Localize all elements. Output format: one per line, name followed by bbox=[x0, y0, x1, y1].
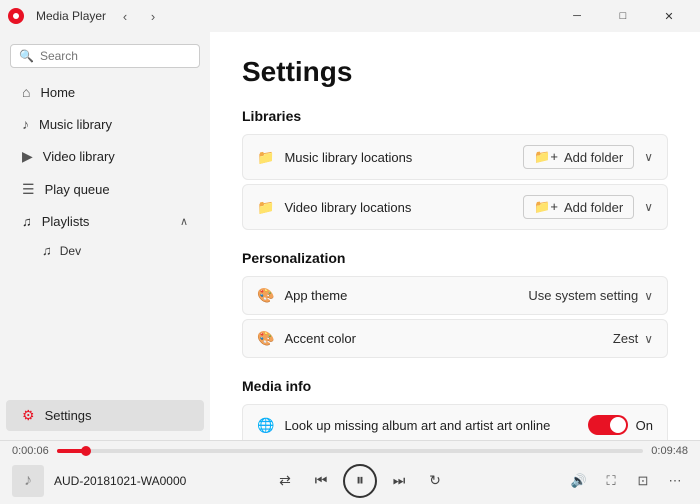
track-name: AUD-20181021-WA0000 bbox=[54, 474, 186, 488]
media-info-section: Media info 🌐 Look up missing album art a… bbox=[242, 378, 668, 440]
chevron-up-icon: ∧ bbox=[180, 215, 188, 228]
home-icon: ⌂ bbox=[22, 84, 30, 100]
next-button[interactable]: ⏭ bbox=[385, 467, 413, 495]
queue-icon: ☰ bbox=[22, 181, 35, 198]
shuffle-button[interactable]: ⇄ bbox=[271, 467, 299, 495]
progress-row: 0:00:06 0:09:48 bbox=[0, 441, 700, 457]
page-title: Settings bbox=[242, 56, 668, 88]
nav-section: ⌂ Home ♪ Music library ▶ Video library ☰… bbox=[0, 76, 210, 264]
add-folder-icon-1: 📁+ bbox=[534, 149, 558, 165]
main-content: 🔍 ⌂ Home ♪ Music library ▶ Video library… bbox=[0, 32, 700, 440]
sidebar-item-video-label: Video library bbox=[43, 149, 115, 164]
accent-color-label: Accent color bbox=[284, 331, 602, 346]
app-theme-row: 🎨 App theme Use system setting ∨ bbox=[242, 276, 668, 315]
sidebar-item-playlists[interactable]: ♫ Playlists ∧ bbox=[6, 207, 204, 236]
playlists-icon: ♫ bbox=[22, 214, 32, 229]
album-art-label: Look up missing album art and artist art… bbox=[284, 418, 577, 433]
prev-button[interactable]: ⏮ bbox=[307, 467, 335, 495]
playlist-dev-icon: ♫ bbox=[42, 243, 52, 258]
add-music-folder-button[interactable]: 📁+ Add folder bbox=[523, 145, 634, 169]
media-info-section-title: Media info bbox=[242, 378, 668, 394]
sidebar: 🔍 ⌂ Home ♪ Music library ▶ Video library… bbox=[0, 32, 210, 440]
search-icon: 🔍 bbox=[19, 49, 34, 63]
playlists-label: Playlists bbox=[42, 214, 90, 229]
window-controls: ─ □ ✕ bbox=[554, 0, 692, 32]
theme-value[interactable]: Use system setting ∨ bbox=[528, 288, 653, 303]
app-icon bbox=[8, 8, 24, 24]
chevron-down-icon-2: ∨ bbox=[644, 200, 653, 214]
chevron-down-icon-1: ∨ bbox=[644, 150, 653, 164]
music-library-label: Music library locations bbox=[284, 150, 513, 165]
sidebar-item-music-library[interactable]: ♪ Music library bbox=[6, 109, 204, 139]
accent-color-row: 🎨 Accent color Zest ∨ bbox=[242, 319, 668, 358]
settings-icon: ⚙ bbox=[22, 407, 35, 424]
music-library-row: 📁 Music library locations 📁+ Add folder … bbox=[242, 134, 668, 180]
sidebar-item-queue-label: Play queue bbox=[45, 182, 110, 197]
back-button[interactable]: ‹ bbox=[112, 3, 138, 29]
track-thumb-icon: ♪ bbox=[24, 472, 32, 490]
volume-button[interactable]: 🔊 bbox=[566, 468, 592, 494]
video-icon: ▶ bbox=[22, 148, 33, 165]
music-icon: ♪ bbox=[22, 116, 29, 132]
theme-icon: 🎨 bbox=[257, 287, 274, 304]
titlebar: Media Player ‹ › ─ □ ✕ bbox=[0, 0, 700, 32]
app-title: Media Player bbox=[36, 9, 106, 23]
video-library-label: Video library locations bbox=[284, 200, 513, 215]
sidebar-item-play-queue[interactable]: ☰ Play queue bbox=[6, 174, 204, 205]
content-area: Settings Libraries 📁 Music library locat… bbox=[210, 32, 700, 440]
theme-chevron-icon: ∨ bbox=[644, 289, 653, 303]
toggle-on-label: On bbox=[636, 418, 653, 433]
accent-chevron-icon: ∨ bbox=[644, 332, 653, 346]
accent-value[interactable]: Zest ∨ bbox=[613, 331, 653, 346]
accent-icon: 🎨 bbox=[257, 330, 274, 347]
progress-bar[interactable] bbox=[57, 449, 644, 453]
repeat-button[interactable]: ↻ bbox=[421, 467, 449, 495]
album-art-toggle[interactable] bbox=[588, 415, 628, 435]
track-thumbnail: ♪ bbox=[12, 465, 44, 497]
libraries-section-title: Libraries bbox=[242, 108, 668, 124]
sidebar-bottom: ⚙ Settings bbox=[0, 399, 210, 432]
player-controls: ♪ AUD-20181021-WA0000 ⇄ ⏮ ⏸ ⏭ ↻ 🔊 ⛶ ⊡ ⋯ bbox=[0, 457, 700, 504]
titlebar-left: Media Player bbox=[8, 8, 106, 24]
add-folder-icon-2: 📁+ bbox=[534, 199, 558, 215]
more-button[interactable]: ⋯ bbox=[662, 468, 688, 494]
folder-icon-1: 📁 bbox=[257, 149, 274, 166]
cast-button[interactable]: ⊡ bbox=[630, 468, 656, 494]
progress-thumb bbox=[81, 446, 91, 456]
personalization-section: Personalization 🎨 App theme Use system s… bbox=[242, 250, 668, 358]
sidebar-item-settings[interactable]: ⚙ Settings bbox=[6, 400, 204, 431]
sidebar-item-home-label: Home bbox=[40, 85, 75, 100]
sidebar-item-music-label: Music library bbox=[39, 117, 112, 132]
player-bar: 0:00:06 0:09:48 ♪ AUD-20181021-WA0000 ⇄ … bbox=[0, 440, 700, 504]
album-art-row: 🌐 Look up missing album art and artist a… bbox=[242, 404, 668, 440]
sidebar-item-dev[interactable]: ♫ Dev bbox=[6, 238, 204, 263]
search-input[interactable] bbox=[40, 49, 195, 63]
album-art-toggle-container: On bbox=[588, 415, 653, 435]
sidebar-item-home[interactable]: ⌂ Home bbox=[6, 77, 204, 107]
sidebar-item-video-library[interactable]: ▶ Video library bbox=[6, 141, 204, 172]
track-info: ♪ AUD-20181021-WA0000 bbox=[12, 465, 192, 497]
maximize-button[interactable]: □ bbox=[600, 0, 646, 32]
play-pause-button[interactable]: ⏸ bbox=[343, 464, 377, 498]
settings-label: Settings bbox=[45, 408, 92, 423]
total-time: 0:09:48 bbox=[651, 445, 688, 457]
nav-buttons: ‹ › bbox=[112, 3, 166, 29]
forward-button[interactable]: › bbox=[140, 3, 166, 29]
folder-icon-2: 📁 bbox=[257, 199, 274, 216]
app-theme-label: App theme bbox=[284, 288, 518, 303]
personalization-section-title: Personalization bbox=[242, 250, 668, 266]
current-time: 0:00:06 bbox=[12, 445, 49, 457]
controls-right: 🔊 ⛶ ⊡ ⋯ bbox=[528, 468, 688, 494]
minimize-button[interactable]: ─ bbox=[554, 0, 600, 32]
libraries-section: Libraries 📁 Music library locations 📁+ A… bbox=[242, 108, 668, 230]
controls-center: ⇄ ⏮ ⏸ ⏭ ↻ bbox=[196, 464, 524, 498]
globe-icon: 🌐 bbox=[257, 417, 274, 434]
add-video-folder-button[interactable]: 📁+ Add folder bbox=[523, 195, 634, 219]
close-button[interactable]: ✕ bbox=[646, 0, 692, 32]
search-box[interactable]: 🔍 bbox=[10, 44, 200, 68]
expand-button[interactable]: ⛶ bbox=[598, 468, 624, 494]
video-library-row: 📁 Video library locations 📁+ Add folder … bbox=[242, 184, 668, 230]
playlist-dev-label: Dev bbox=[60, 244, 81, 258]
